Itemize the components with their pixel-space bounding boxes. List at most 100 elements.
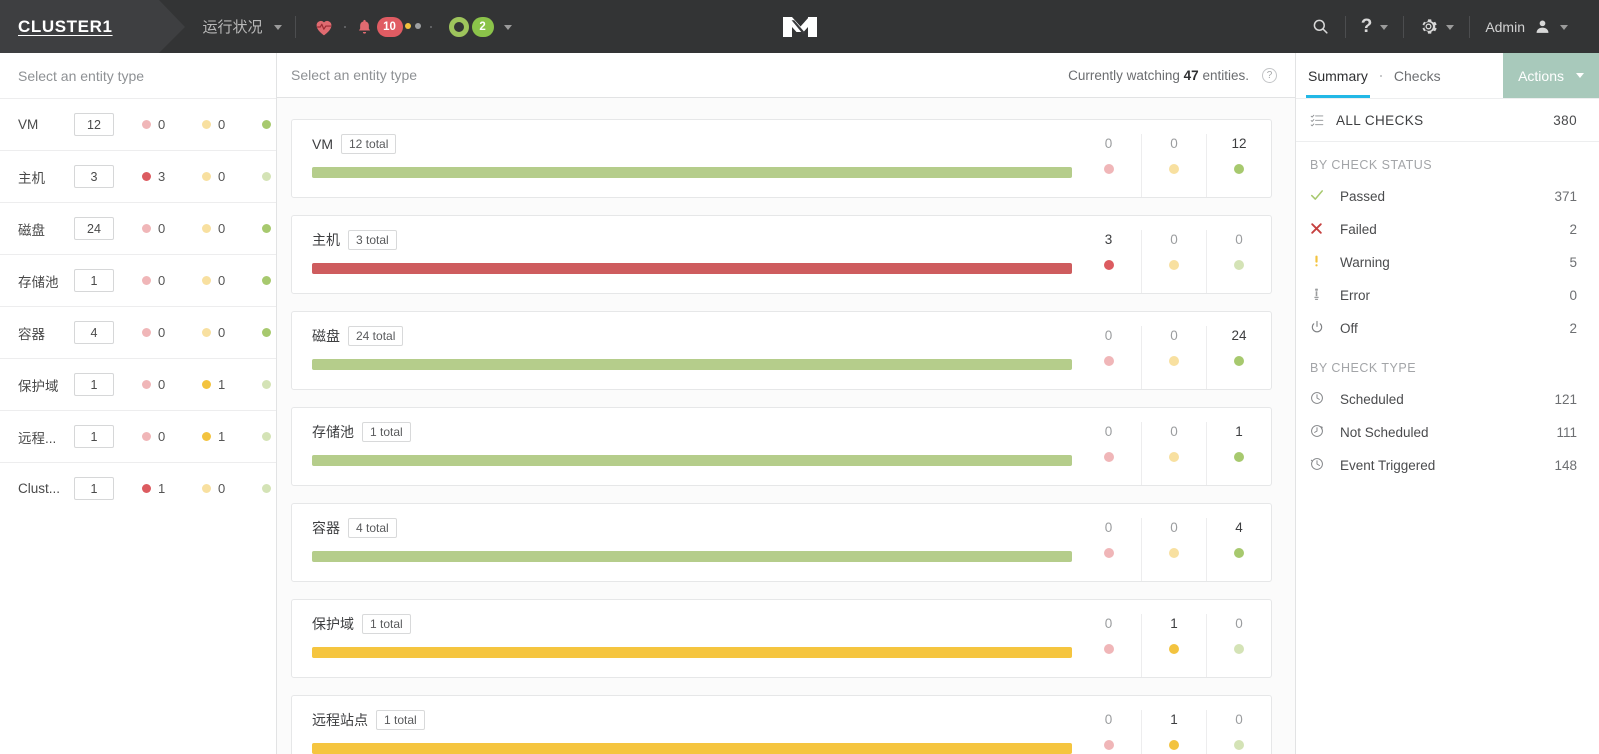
check-row[interactable]: Event Triggered 148	[1296, 449, 1599, 482]
sidebar-stat-yel: 0	[202, 481, 262, 496]
check-row[interactable]: Off 2	[1296, 312, 1599, 345]
entity-summary-card[interactable]: 容器 4 total 0 0 4	[291, 503, 1272, 582]
card-progress-track	[312, 167, 1072, 178]
sidebar-entity-row[interactable]: 主机 3 3 0 0	[0, 150, 276, 202]
separator-dot	[343, 25, 346, 28]
divider	[1344, 15, 1346, 38]
main-content: Select an entity type Currently watching…	[277, 53, 1295, 754]
sidebar-entity-name: VM	[18, 117, 39, 132]
check-row-label: Scheduled	[1340, 392, 1404, 407]
card-progress-fill	[312, 359, 1072, 370]
check-row[interactable]: Warning 5	[1296, 246, 1599, 279]
status-dot-red-icon	[142, 276, 151, 285]
cluster-brand[interactable]: CLUSTER1	[0, 0, 185, 53]
card-title: VM	[312, 136, 333, 152]
actions-button[interactable]: Actions	[1503, 53, 1599, 98]
check-row[interactable]: Scheduled 121	[1296, 383, 1599, 416]
card-stat-value: 0	[1104, 616, 1113, 631]
tasks-indicator[interactable]: 2	[448, 16, 494, 37]
status-dot-yel-icon	[1169, 548, 1179, 558]
page-selector[interactable]: 运行状况	[203, 16, 282, 37]
user-menu[interactable]: Admin	[1472, 17, 1581, 36]
status-indicators: 10 2	[313, 16, 512, 38]
alerts-indicator[interactable]: 10	[355, 16, 421, 37]
card-title: 磁盘	[312, 328, 340, 344]
all-checks-row[interactable]: ALL CHECKS 380	[1296, 98, 1599, 142]
chevron-down-icon[interactable]	[503, 25, 512, 30]
entity-summary-card[interactable]: VM 12 total 0 0 12	[291, 119, 1272, 198]
sidebar-entity-count: 4	[74, 321, 114, 344]
sidebar-entity-row[interactable]: 保护域 1 0 1 0	[0, 358, 276, 410]
card-progress-fill	[312, 551, 1072, 562]
tab-summary[interactable]: Summary	[1296, 53, 1380, 98]
all-checks-label: ALL CHECKS	[1336, 112, 1424, 128]
entity-summary-card[interactable]: 远程站点 1 total 0 1 0	[291, 695, 1272, 754]
status-dot-red-icon	[1103, 644, 1114, 654]
card-total-badge: 1 total	[362, 422, 411, 442]
check-row[interactable]: Failed 2	[1296, 213, 1599, 246]
check-row[interactable]: Error 0	[1296, 279, 1599, 312]
card-stat-value: 0	[1170, 232, 1178, 247]
check-row[interactable]: Passed 371	[1296, 180, 1599, 213]
status-dot-yel-icon	[202, 380, 211, 389]
status-dot-yel-icon	[1169, 260, 1179, 270]
card-header: 远程站点 1 total	[312, 710, 1076, 730]
search-icon	[1313, 19, 1328, 34]
card-stat-value: 1	[1170, 712, 1178, 727]
status-dot-red-icon	[142, 328, 151, 337]
sidebar-entity-row[interactable]: 磁盘 24 0 0 24	[0, 202, 276, 254]
sidebar-entity-row[interactable]: 远程... 1 0 1 0	[0, 410, 276, 462]
sidebar-stat-value: 0	[218, 325, 226, 340]
entity-summary-card[interactable]: 存储池 1 total 0 0 1	[291, 407, 1272, 486]
card-stats: 0 0 1	[1076, 422, 1271, 485]
main-header-label: Select an entity type	[291, 67, 418, 83]
entity-summary-card[interactable]: 保护域 1 total 0 1 0	[291, 599, 1272, 678]
help-button[interactable]: ?	[1348, 17, 1402, 36]
sidebar-stat-yel: 1	[202, 429, 262, 444]
heart-pulse-icon[interactable]	[313, 16, 335, 38]
tab-checks[interactable]: Checks	[1382, 53, 1453, 98]
settings-button[interactable]	[1406, 17, 1467, 36]
entity-type-list: VM 12 0 0 12 主机 3 3 0 0 磁盘 24 0 0 24 存储池 1	[0, 98, 276, 514]
card-stat-value: 0	[1104, 520, 1113, 535]
sidebar-entity-row[interactable]: Clust... 1 1 0 0	[0, 462, 276, 514]
card-stat-grn: 0	[1206, 230, 1271, 293]
card-stat-value: 1	[1235, 424, 1243, 439]
sidebar-stat-red: 0	[142, 221, 202, 236]
sidebar-stat-value: 0	[218, 273, 226, 288]
sidebar-entity-stats: 0 0 1	[142, 273, 276, 288]
sidebar-stat-value: 0	[158, 377, 166, 392]
entity-summary-card[interactable]: 磁盘 24 total 0 0 24	[291, 311, 1272, 390]
sidebar-stat-red: 0	[142, 377, 202, 392]
status-dot-grn-icon	[262, 484, 271, 493]
sidebar-stat-grn: 24	[262, 221, 276, 236]
status-dot-grn-icon	[1234, 260, 1244, 270]
sidebar-entity-row[interactable]: 容器 4 0 0 4	[0, 306, 276, 358]
search-button[interactable]	[1298, 17, 1343, 36]
sidebar-stat-value: 0	[218, 169, 226, 184]
status-dot-red-icon	[142, 120, 151, 129]
card-title: 存储池	[312, 424, 354, 440]
card-stat-value: 0	[1104, 136, 1113, 151]
separator-dot	[429, 25, 432, 28]
card-stat-value: 0	[1235, 232, 1243, 247]
sidebar-stat-value: 3	[158, 169, 166, 184]
status-dot-grn-icon	[1234, 644, 1244, 654]
card-stat-yel: 0	[1141, 518, 1206, 581]
sidebar-entity-stats: 0 1 0	[142, 429, 276, 444]
sidebar-entity-row[interactable]: VM 12 0 0 12	[0, 98, 276, 150]
sidebar-stat-value: 1	[158, 481, 166, 496]
status-dot-grn-icon	[1234, 356, 1244, 366]
card-stats: 0 1 0	[1076, 614, 1271, 677]
status-dot-yel-icon	[1169, 164, 1179, 174]
question-circle-icon[interactable]: ?	[1262, 67, 1277, 83]
sidebar-entity-name: 磁盘	[18, 222, 45, 238]
entity-summary-card[interactable]: 主机 3 total 3 0 0	[291, 215, 1272, 294]
sidebar-stat-grn: 0	[262, 429, 276, 444]
card-total-badge: 24 total	[348, 326, 404, 346]
sidebar-stat-yel: 0	[202, 169, 262, 184]
card-progress-fill	[312, 263, 1072, 274]
sidebar-entity-row[interactable]: 存储池 1 0 0 1	[0, 254, 276, 306]
sidebar-stat-yel: 0	[202, 221, 262, 236]
check-row[interactable]: Not Scheduled 111	[1296, 416, 1599, 449]
